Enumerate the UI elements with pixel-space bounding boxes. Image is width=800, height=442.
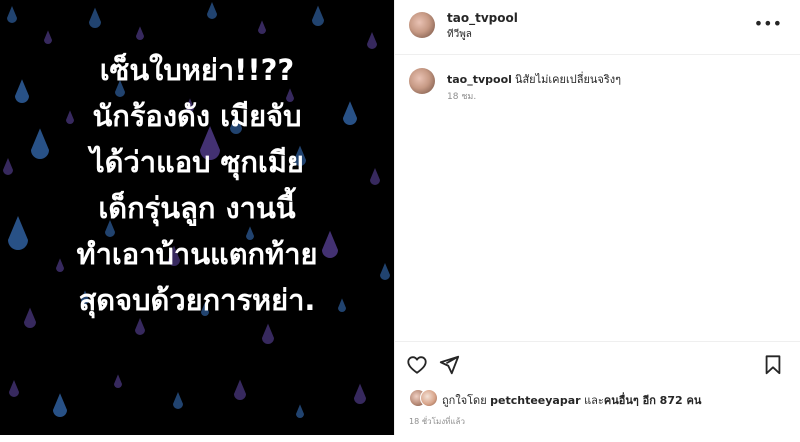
post-timestamp[interactable]: 18 ชั่วโมงที่แล้ว <box>409 415 465 428</box>
liker-avatar[interactable] <box>420 389 438 407</box>
likes-middle: และ <box>584 394 604 407</box>
bookmark-icon[interactable] <box>762 354 784 376</box>
rain-drop <box>9 380 19 398</box>
image-text-line: เซ็นใบหย่า!!?? <box>99 53 295 87</box>
rain-drop <box>89 7 101 28</box>
instagram-post: เซ็นใบหย่า!!?? นักร้องดัง เมียจับ ได้ว่า… <box>0 0 800 435</box>
rain-drop <box>44 30 52 44</box>
liker-username[interactable]: petchteeyapar <box>490 394 580 407</box>
rain-drop <box>262 323 274 344</box>
header-username[interactable]: tao_tvpool <box>447 11 518 25</box>
image-text: เซ็นใบหย่า!!?? นักร้องดัง เมียจับ ได้ว่า… <box>0 47 394 323</box>
header-subtitle[interactable]: ทีวีพูล <box>447 27 472 42</box>
caption-line: tao_tvpool นิสัยไม่เคยเปลี่ยนจริงๆ <box>447 70 621 88</box>
avatar[interactable] <box>409 12 435 38</box>
rain-drop <box>136 26 144 40</box>
caption-username[interactable]: tao_tvpool <box>447 73 512 86</box>
caption-time: 18 ชม. <box>447 92 477 102</box>
likes-prefix: ถูกใจโดย <box>442 394 487 407</box>
avatar[interactable] <box>409 68 435 94</box>
heart-icon[interactable] <box>406 354 428 376</box>
image-text-line: เด็กรุ่นลูก งานนี้ <box>98 191 296 225</box>
action-bar: ถูกใจโดย petchteeyapar และคนอื่นๆ อีก 87… <box>395 341 800 442</box>
rain-drop <box>7 6 17 23</box>
image-text-line: นักร้องดัง เมียจับ <box>92 99 302 133</box>
likes-text: ถูกใจโดย petchteeyapar และคนอื่นๆ อีก 87… <box>442 391 701 409</box>
image-text-line: สุดจบด้วยการหย่า. <box>78 283 316 317</box>
caption-text: นิสัยไม่เคยเปลี่ยนจริงๆ <box>514 73 622 86</box>
rain-drop <box>53 393 67 417</box>
post-sidebar: tao_tvpool ทีวีพูล ••• tao_tvpool นิสัยไม… <box>394 0 800 435</box>
image-text-line: ทำเอาบ้านแตกท้าย <box>76 237 318 271</box>
likes-others[interactable]: คนอื่นๆ อีก 872 คน <box>604 394 702 407</box>
more-options-icon[interactable]: ••• <box>754 14 782 33</box>
rain-drop <box>296 404 304 418</box>
rain-drop <box>234 379 246 400</box>
rain-drop <box>258 20 266 34</box>
share-icon[interactable] <box>438 354 460 376</box>
post-header: tao_tvpool ทีวีพูล ••• <box>395 0 800 55</box>
rain-drop <box>354 383 366 404</box>
rain-drop <box>114 374 122 388</box>
rain-drop <box>173 392 183 409</box>
image-text-line: ได้ว่าแอบ ซุกเมีย <box>90 145 304 179</box>
likes-summary: ถูกใจโดย petchteeyapar และคนอื่นๆ อีก 87… <box>409 389 799 407</box>
rain-drop <box>312 5 324 26</box>
rain-drop <box>207 2 217 19</box>
post-image[interactable]: เซ็นใบหย่า!!?? นักร้องดัง เมียจับ ได้ว่า… <box>0 0 394 435</box>
